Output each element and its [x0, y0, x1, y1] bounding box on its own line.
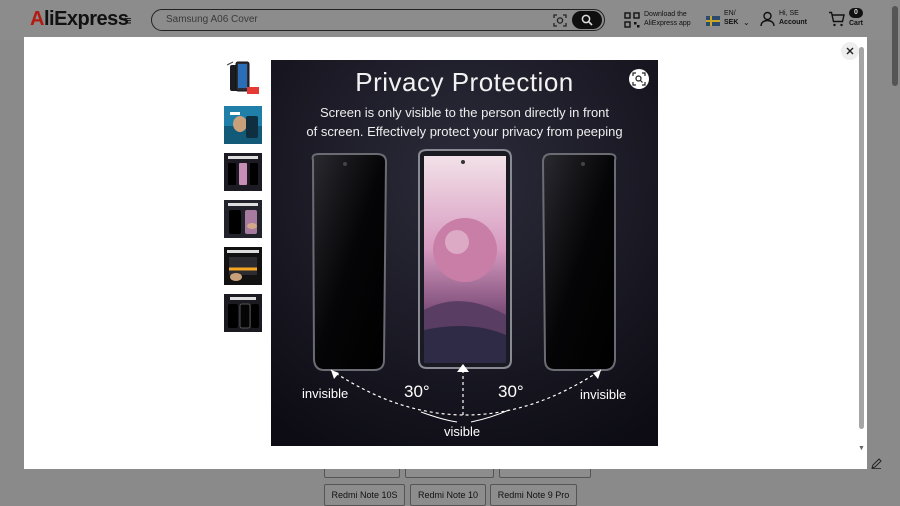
- thumbnail-3[interactable]: [224, 153, 262, 191]
- scroll-down-arrow-icon[interactable]: ▼: [858, 445, 865, 452]
- chevron-down-icon: ⌄: [743, 18, 750, 27]
- zoom-button[interactable]: [629, 69, 649, 89]
- close-button[interactable]: [841, 42, 859, 60]
- hamburger-icon[interactable]: ≡: [124, 13, 132, 28]
- zoom-icon: [632, 72, 646, 86]
- modal-scrollbar-thumb[interactable]: [859, 47, 864, 429]
- thumbnail-4[interactable]: [224, 200, 262, 238]
- image-viewer-modal: ▼ Privacy Protection Screen is only visi…: [24, 37, 867, 469]
- cart-icon: [829, 11, 845, 27]
- sweden-flag-icon: [706, 16, 720, 26]
- aliexpress-logo[interactable]: AliExpress: [30, 8, 129, 31]
- language-code: EN/: [724, 10, 736, 17]
- app-download-link[interactable]: Download the AliExpress app: [624, 10, 704, 32]
- search-input[interactable]: [166, 14, 546, 25]
- search-bar: [151, 9, 605, 31]
- image-subtitle-line2: of screen. Effectively protect your priv…: [306, 124, 623, 139]
- cart-label: Cart: [849, 20, 864, 27]
- page-scrollbar-thumb[interactable]: [892, 6, 898, 86]
- variant-chip-redmi-note-10[interactable]: Redmi Note 10: [410, 484, 486, 506]
- language-currency-selector[interactable]: EN/ SEK ⌄: [706, 9, 752, 31]
- thumbnail-6[interactable]: [224, 294, 262, 332]
- variant-chip-redmi-note-9-pro[interactable]: Redmi Note 9 Pro: [490, 484, 577, 506]
- variant-chip-redmi-note-10s[interactable]: Redmi Note 10S: [324, 484, 405, 506]
- search-icon: [581, 14, 593, 26]
- qr-code-icon: [624, 12, 640, 28]
- cart-button[interactable]: 0 Cart: [828, 8, 868, 32]
- main-product-image[interactable]: Privacy Protection Screen is only visibl…: [271, 60, 658, 446]
- label-invisible-left: invisible: [302, 386, 349, 401]
- image-subtitle-line1: Screen is only visible to the person dir…: [319, 105, 610, 120]
- feedback-edit-icon[interactable]: [871, 456, 882, 474]
- thumbnail-2[interactable]: [224, 106, 262, 144]
- account-greeting: Hi, SE: [779, 10, 799, 17]
- account-menu[interactable]: Hi, SE Account: [760, 9, 815, 31]
- image-title: Privacy Protection: [355, 67, 574, 97]
- currency-code: SEK: [724, 19, 739, 26]
- modal-scrollbar[interactable]: ▼: [858, 45, 866, 461]
- label-angle-left: 30°: [404, 382, 430, 401]
- search-button[interactable]: [572, 11, 602, 29]
- close-icon: [846, 47, 854, 55]
- thumbnail-1[interactable]: [224, 59, 262, 97]
- site-header: AliExpress ≡ Download the AliExpress app…: [0, 0, 900, 40]
- label-angle-right: 30°: [498, 382, 524, 401]
- account-label: Account: [779, 19, 807, 26]
- user-icon: [760, 11, 775, 27]
- camera-search-icon[interactable]: [552, 13, 568, 28]
- label-invisible-right: invisible: [580, 387, 627, 402]
- label-visible: visible: [444, 424, 481, 439]
- page-scrollbar[interactable]: [890, 0, 900, 506]
- thumbnail-5[interactable]: [224, 247, 262, 285]
- cart-count-badge: 0: [849, 8, 863, 18]
- app-download-text: Download the AliExpress app: [644, 11, 691, 27]
